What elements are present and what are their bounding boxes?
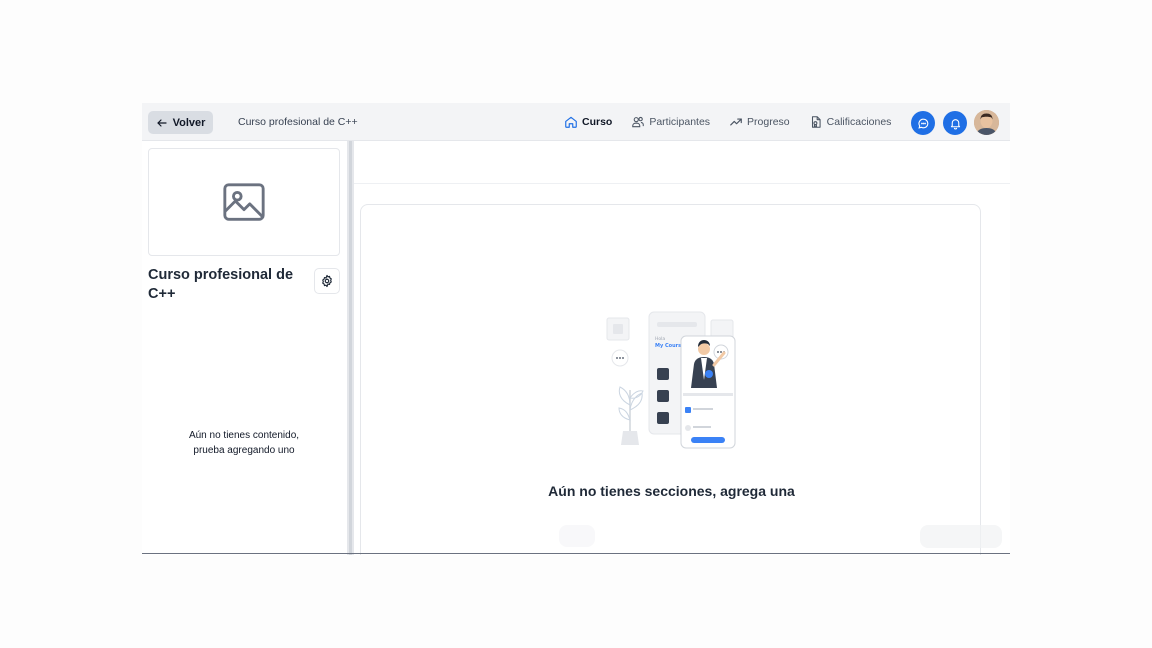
sections-empty-message: Aún no tienes secciones, agrega una [548,483,795,499]
image-placeholder-icon [223,183,265,221]
course-breadcrumb: Curso profesional de C++ [238,116,358,128]
notifications-button[interactable] [943,111,967,135]
nav-tab-progreso[interactable]: Progreso [729,115,790,129]
user-photo-icon [974,110,999,135]
gear-icon [322,274,332,288]
course-app: Volver Curso profesional de C++ Curso Pa… [142,103,1010,555]
sidebar-empty-state: Aún no tienes contenido, prueba agregand… [142,428,346,458]
top-bar: Volver Curso profesional de C++ Curso Pa… [142,103,1010,141]
chat-icon [917,118,928,129]
back-button[interactable]: Volver [148,111,213,134]
course-settings-button[interactable] [314,268,340,294]
home-icon [565,116,577,128]
users-icon [632,116,645,128]
nav-tab-calificaciones[interactable]: Calificaciones [809,115,892,129]
course-sidebar: Curso profesional de C++ Aún no tienes c… [142,141,346,555]
ghost-add-button[interactable] [920,525,1002,548]
empty-sections-illustration: Hola My Courses [606,311,736,449]
course-cover-placeholder[interactable] [148,148,340,256]
sidebar-empty-line: prueba agregando uno [193,445,295,456]
ghost-button[interactable] [559,525,595,547]
nav-tab-label: Curso [582,116,613,128]
nav-tab-label: Participantes [649,116,711,128]
arrow-left-icon [156,118,167,127]
app-bottom-border [142,553,1010,554]
panel-resize-handle[interactable] [347,141,354,555]
nav-tab-participantes[interactable]: Participantes [631,115,710,129]
nav-tab-label: Calificaciones [826,116,892,128]
course-nav: Curso Participantes Progreso Calificacio… [564,103,910,141]
grades-icon [811,116,821,128]
user-avatar[interactable] [974,110,999,135]
sidebar-empty-line: Aún no tienes contenido, [188,430,300,441]
course-main-panel: Hola My Courses Aún no tienes secciones,… [354,141,1010,555]
trending-up-icon [730,118,742,126]
course-title: Curso profesional de C++ [148,267,294,302]
bell-icon [950,118,960,129]
svg-text:Hola: Hola [655,336,665,342]
chat-button[interactable] [911,111,935,135]
sections-card: Hola My Courses Aún no tienes secciones,… [360,204,981,555]
back-button-label: Volver [172,116,206,129]
nav-tab-label: Progreso [747,116,790,128]
nav-tab-curso[interactable]: Curso [564,115,612,129]
main-divider [354,183,1010,184]
